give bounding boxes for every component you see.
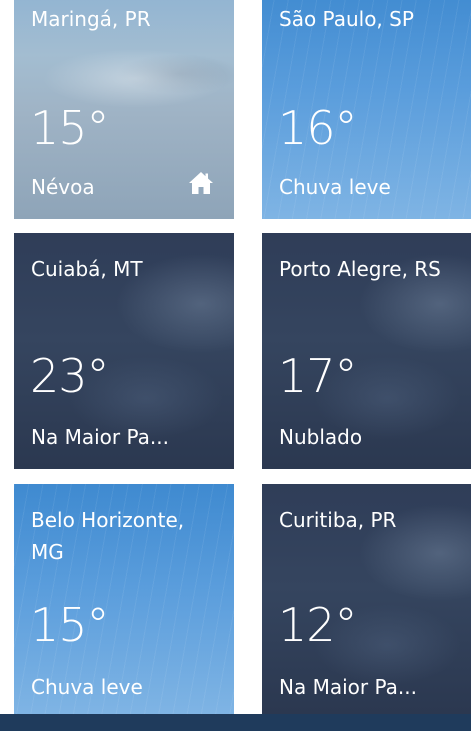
tile-city-label: São Paulo, SP xyxy=(279,7,414,31)
home-icon xyxy=(189,172,213,194)
weather-tile-sao-paulo[interactable]: São Paulo, SP 16° Chuva leve xyxy=(262,0,471,219)
weather-tile-curitiba[interactable]: Curitiba, PR 12° Na Maior Pa... xyxy=(262,484,471,714)
weather-tile-belo-horizonte[interactable]: Belo Horizonte, MG 15° Chuva leve xyxy=(14,484,234,714)
tile-condition: Chuva leve xyxy=(279,175,391,199)
weather-tile-maringa[interactable]: Maringá, PR 15° Névoa xyxy=(14,0,234,219)
tile-city-label: Maringá, PR xyxy=(31,7,151,31)
tile-temperature: 15° xyxy=(30,598,110,652)
tile-condition: Na Maior Pa... xyxy=(279,675,417,699)
weather-tile-cuiaba[interactable]: Cuiabá, MT 23° Na Maior Pa... xyxy=(14,233,234,469)
tile-city-label: Porto Alegre, RS xyxy=(279,257,441,281)
tile-temperature: 16° xyxy=(278,101,358,155)
tile-temperature: 12° xyxy=(278,598,358,652)
tile-condition: Névoa xyxy=(31,175,95,199)
tile-condition: Chuva leve xyxy=(31,675,143,699)
weather-tile-porto-alegre[interactable]: Porto Alegre, RS 17° Nublado xyxy=(262,233,471,469)
tile-temperature: 17° xyxy=(278,349,358,403)
tile-temperature: 23° xyxy=(30,349,110,403)
tile-city-label: Curitiba, PR xyxy=(279,508,397,532)
bottom-app-bar xyxy=(0,714,471,731)
tile-condition: Na Maior Pa... xyxy=(31,425,169,449)
tile-city-label: Cuiabá, MT xyxy=(31,257,143,281)
tile-city-label: Belo Horizonte, MG xyxy=(31,508,185,564)
tile-temperature: 15° xyxy=(30,101,110,155)
tile-condition: Nublado xyxy=(279,425,363,449)
